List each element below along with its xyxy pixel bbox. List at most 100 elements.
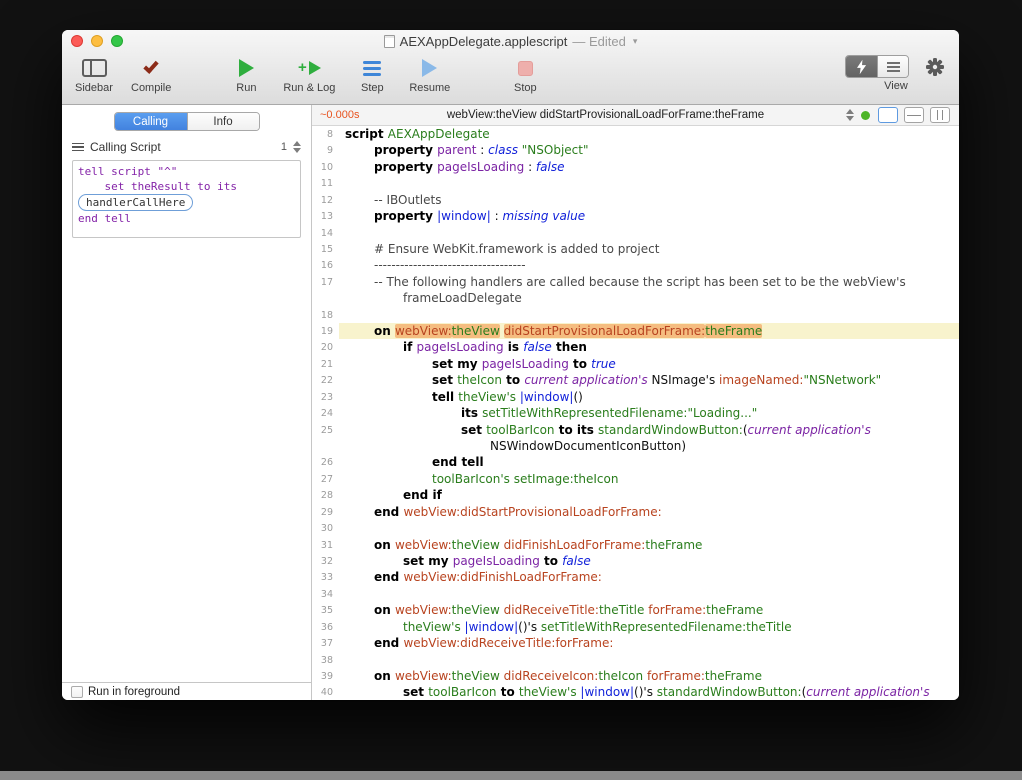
code-line[interactable]: 32set my pageIsLoading to false: [312, 553, 959, 569]
calling-script-editor[interactable]: tell script "^" set theResult to itshand…: [72, 160, 301, 238]
code-line[interactable]: 17-- The following handlers are called b…: [312, 274, 959, 290]
code-text: if pageIsLoading is false then: [339, 339, 959, 355]
code-line[interactable]: 40set toolBarIcon to theView's |window|(…: [312, 684, 959, 700]
compile-button[interactable]: Compile: [131, 55, 171, 94]
list-lines-icon: [887, 62, 900, 72]
layout-horizontal-split-button[interactable]: [904, 107, 924, 123]
settings-button[interactable]: [923, 56, 947, 78]
view-script-segment[interactable]: [846, 56, 877, 77]
status-dot: [861, 111, 870, 120]
code-line[interactable]: 35on webView:theView didReceiveTitle:the…: [312, 602, 959, 618]
run-and-log-button[interactable]: + Run & Log: [283, 55, 335, 94]
stop-button-label: Stop: [514, 82, 537, 94]
calling-script-header: Calling Script 1: [72, 140, 301, 154]
line-number: 14: [312, 225, 339, 241]
handler-stepper[interactable]: [846, 109, 854, 121]
line-number: 10: [312, 159, 339, 175]
line-number: 9: [312, 142, 339, 158]
code-line[interactable]: 27toolBarIcon's setImage:theIcon: [312, 471, 959, 487]
layout-single-pane-button[interactable]: [878, 107, 898, 123]
line-number: 28: [312, 487, 339, 503]
run-play-icon: [239, 59, 254, 77]
code-text: set toolBarIcon to theView's |window|()'…: [339, 684, 959, 700]
current-handler-name[interactable]: webView:theView didStartProvisionalLoadF…: [372, 109, 839, 121]
code-text: [339, 652, 959, 668]
line-number: 36: [312, 619, 339, 635]
code-text: -----------------------------------: [339, 257, 959, 273]
line-number: 39: [312, 668, 339, 684]
line-number: 21: [312, 356, 339, 372]
code-line[interactable]: 18: [312, 307, 959, 323]
titlebar[interactable]: AEXAppDelegate.applescript — Edited ▾: [62, 30, 959, 52]
code-text: end if: [339, 487, 959, 503]
code-line[interactable]: 24its setTitleWithRepresentedFilename:"L…: [312, 405, 959, 421]
code-line[interactable]: 25set toolBarIcon to its standardWindowB…: [312, 422, 959, 438]
code-line[interactable]: 13property |window| : missing value: [312, 208, 959, 224]
code-line[interactable]: 34: [312, 586, 959, 602]
line-number: 26: [312, 454, 339, 470]
step-button[interactable]: Step: [352, 55, 392, 94]
code-line[interactable]: 37end webView:didReceiveTitle:forFrame:: [312, 635, 959, 651]
hamburger-icon[interactable]: [72, 143, 84, 152]
code-line[interactable]: 26end tell: [312, 454, 959, 470]
code-line[interactable]: frameLoadDelegate: [312, 290, 959, 306]
edited-indicator: — Edited: [572, 34, 625, 49]
code-line[interactable]: 15# Ensure WebKit.framework is added to …: [312, 241, 959, 257]
code-line[interactable]: 16-----------------------------------: [312, 257, 959, 273]
resume-button[interactable]: Resume: [409, 55, 450, 94]
code-text: toolBarIcon's setImage:theIcon: [339, 471, 959, 487]
code-text: end webView:didFinishLoadForFrame:: [339, 569, 959, 585]
code-line[interactable]: 21set my pageIsLoading to true: [312, 356, 959, 372]
code-line[interactable]: 22set theIcon to current application's N…: [312, 372, 959, 388]
stop-button[interactable]: Stop: [505, 55, 545, 94]
code-line[interactable]: 20if pageIsLoading is false then: [312, 339, 959, 355]
minimize-button[interactable]: [91, 35, 103, 47]
code-line[interactable]: NSWindowDocumentIconButton): [312, 438, 959, 454]
line-number: 37: [312, 635, 339, 651]
sidebar-button[interactable]: Sidebar: [74, 55, 114, 94]
line-number: 35: [312, 602, 339, 618]
code-line[interactable]: 14: [312, 225, 959, 241]
code-text: set toolBarIcon to its standardWindowBut…: [339, 422, 959, 438]
close-button[interactable]: [71, 35, 83, 47]
code-line[interactable]: 9property parent : class "NSObject": [312, 142, 959, 158]
lightning-bolt-icon: [857, 59, 867, 75]
handler-call-capsule[interactable]: handlerCallHere: [78, 194, 193, 211]
line-number: 12: [312, 192, 339, 208]
code-line[interactable]: 30: [312, 520, 959, 536]
code-line[interactable]: 33end webView:didFinishLoadForFrame:: [312, 569, 959, 585]
code-line[interactable]: 39on webView:theView didReceiveIcon:theI…: [312, 668, 959, 684]
calling-script-line: end tell: [78, 211, 295, 226]
code-line[interactable]: 12-- IBOutlets: [312, 192, 959, 208]
code-line[interactable]: 23tell theView's |window|(): [312, 389, 959, 405]
resume-play-icon: [422, 59, 437, 77]
code-line[interactable]: 31on webView:theView didFinishLoadForFra…: [312, 537, 959, 553]
step-lines-icon: [363, 61, 381, 76]
line-number: 8: [312, 126, 339, 142]
code-text: [339, 225, 959, 241]
calling-script-stepper[interactable]: [293, 141, 301, 153]
title-chevron-icon[interactable]: ▾: [633, 36, 638, 47]
code-line[interactable]: 8script AEXAppDelegate: [312, 126, 959, 142]
tab-calling[interactable]: Calling: [115, 113, 187, 130]
zoom-button[interactable]: [111, 35, 123, 47]
compile-button-label: Compile: [131, 82, 171, 94]
code-line[interactable]: 28end if: [312, 487, 959, 503]
code-line[interactable]: 11: [312, 175, 959, 191]
run-in-foreground-checkbox[interactable]: [71, 686, 83, 698]
calling-script-line: tell script "^": [78, 164, 295, 179]
tab-info[interactable]: Info: [187, 113, 259, 130]
step-button-label: Step: [361, 82, 384, 94]
code-area[interactable]: 8script AEXAppDelegate9property parent :…: [312, 126, 959, 700]
code-text: set my pageIsLoading to false: [339, 553, 959, 569]
code-line[interactable]: 29end webView:didStartProvisionalLoadFor…: [312, 504, 959, 520]
code-line[interactable]: 38: [312, 652, 959, 668]
run-button[interactable]: Run: [226, 55, 266, 94]
line-number: [312, 290, 339, 306]
layout-vertical-split-button[interactable]: [930, 107, 950, 123]
document-proxy-icon[interactable]: [384, 35, 395, 48]
code-line[interactable]: 19on webView:theView didStartProvisional…: [312, 323, 959, 339]
code-line[interactable]: 10property pageIsLoading : false: [312, 159, 959, 175]
view-list-segment[interactable]: [877, 56, 908, 77]
code-line[interactable]: 36theView's |window|()'s setTitleWithRep…: [312, 619, 959, 635]
